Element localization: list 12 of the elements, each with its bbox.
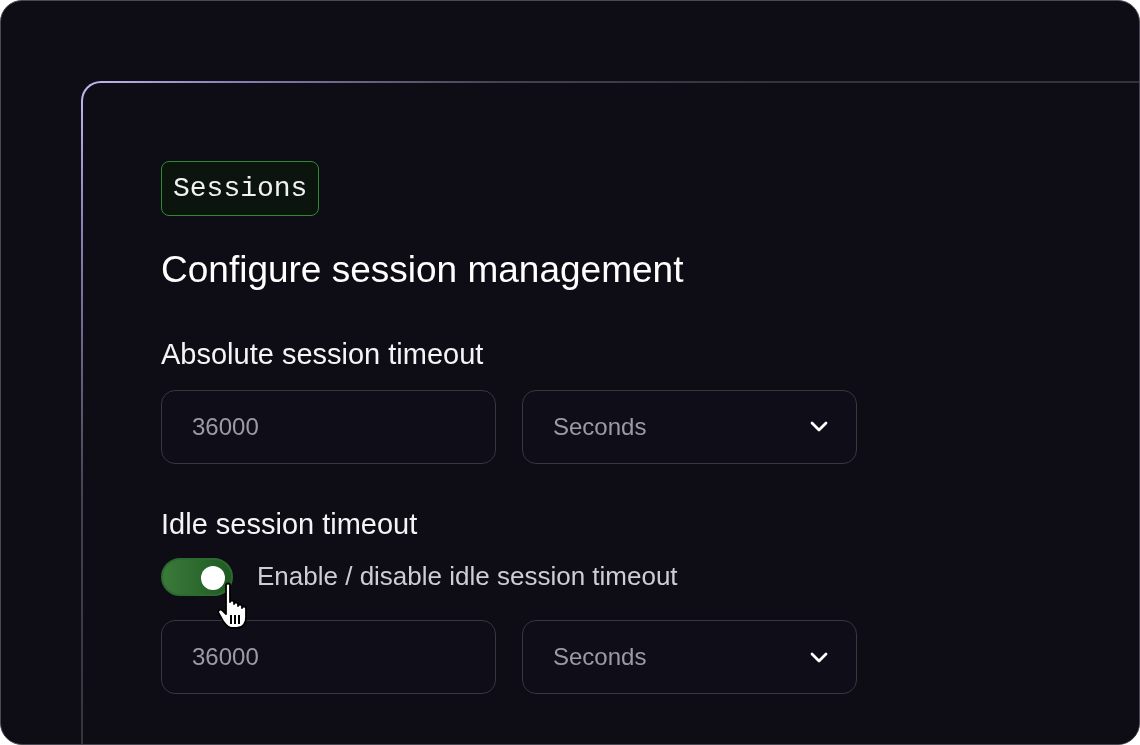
section-tag: Sessions <box>161 161 320 216</box>
toggle-switch[interactable] <box>161 558 233 597</box>
number-field[interactable]: 36000 <box>161 389 496 464</box>
field-label: Absolute session timeout <box>161 338 484 372</box>
unit-dropdown[interactable]: Seconds <box>522 389 857 464</box>
field-label: Idle session timeout <box>161 507 418 542</box>
unit-dropdown[interactable]: Seconds <box>522 620 857 695</box>
chevron-down-icon <box>810 421 828 433</box>
toggle-label: Enable / disable idle session timeout <box>257 562 678 592</box>
chevron-down-icon <box>810 651 828 663</box>
page-title: Configure session management <box>161 248 684 292</box>
number-field[interactable]: 36000 <box>161 620 496 695</box>
